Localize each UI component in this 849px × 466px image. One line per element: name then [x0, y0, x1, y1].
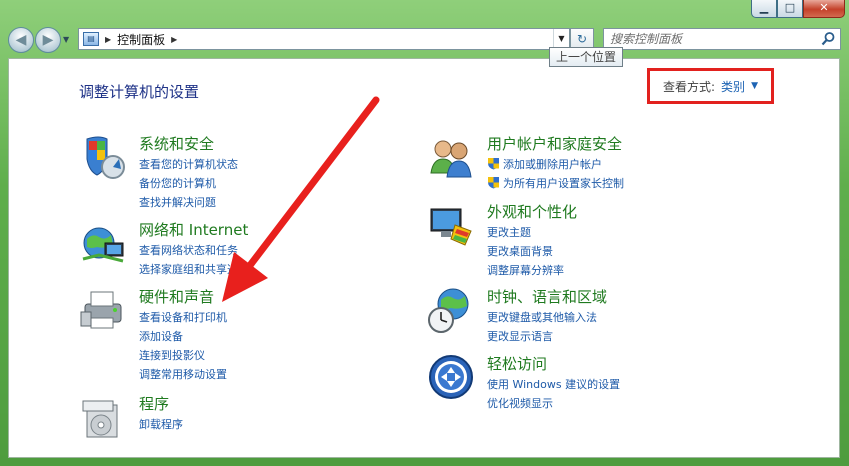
link-homegroup-sharing[interactable]: 选择家庭组和共享选项	[139, 260, 249, 279]
category-title-network-internet[interactable]: 网络和 Internet	[139, 219, 248, 240]
users-icon[interactable]	[427, 133, 475, 181]
category-title-system-security[interactable]: 系统和安全	[139, 133, 214, 154]
back-arrow-icon: ◀	[15, 32, 27, 48]
category-links: 卸载程序	[139, 415, 183, 434]
tooltip-back: 上一个位置	[549, 47, 624, 67]
minimize-button[interactable]: ▁	[751, 0, 777, 18]
link-uninstall-program[interactable]: 卸载程序	[139, 415, 183, 434]
page-title: 调整计算机的设置	[79, 83, 200, 101]
breadcrumb-separator-end[interactable]: ▶	[171, 35, 177, 44]
ease-of-access-icon[interactable]	[427, 353, 475, 401]
content-area: 调整计算机的设置 查看方式: 类别 ▼ 系统和安全 查看您的计算机状态 备份您的…	[8, 58, 840, 458]
link-change-display-language[interactable]: 更改显示语言	[487, 327, 597, 346]
title-bar: ▁ □ ✕	[0, 0, 849, 22]
link-change-keyboard[interactable]: 更改键盘或其他输入法	[487, 308, 597, 327]
link-add-device[interactable]: 添加设备	[139, 327, 227, 346]
category-title-hardware-sound[interactable]: 硬件和声音	[139, 286, 214, 307]
category-title-ease-of-access[interactable]: 轻松访问	[487, 353, 547, 374]
category-links: 更改键盘或其他输入法 更改显示语言	[487, 308, 597, 346]
view-by-control[interactable]: 查看方式: 类别 ▼	[647, 68, 774, 104]
link-parental-controls[interactable]: 为所有用户设置家长控制	[487, 174, 624, 193]
forward-button[interactable]: ▶	[35, 27, 61, 53]
link-recommended-settings[interactable]: 使用 Windows 建议的设置	[487, 375, 620, 394]
breadcrumb-separator[interactable]: ▶	[105, 35, 111, 44]
link-connect-projector[interactable]: 连接到投影仪	[139, 346, 227, 365]
link-change-background[interactable]: 更改桌面背景	[487, 242, 564, 261]
link-mobility-settings[interactable]: 调整常用移动设置	[139, 365, 227, 384]
programs-icon[interactable]	[79, 393, 127, 441]
search-box[interactable]	[603, 28, 841, 50]
search-input[interactable]	[604, 32, 814, 46]
category-links: 添加或删除用户帐户 为所有用户设置家长控制	[487, 155, 624, 193]
link-screen-resolution[interactable]: 调整屏幕分辨率	[487, 261, 564, 280]
category-title-clock-language[interactable]: 时钟、语言和区域	[487, 286, 607, 307]
link-label: 添加或删除用户帐户	[503, 158, 602, 171]
breadcrumb-control-panel[interactable]: 控制面板	[117, 31, 165, 48]
category-links: 使用 Windows 建议的设置 优化视频显示	[487, 375, 620, 413]
back-button[interactable]: ◀	[8, 27, 34, 53]
control-panel-icon: ▤	[83, 32, 99, 46]
nav-buttons: ◀ ▶ ▼	[8, 27, 73, 53]
category-links: 更改主题 更改桌面背景 调整屏幕分辨率	[487, 223, 564, 280]
link-troubleshoot[interactable]: 查找并解决问题	[139, 193, 238, 212]
link-view-computer-status[interactable]: 查看您的计算机状态	[139, 155, 238, 174]
link-label: 为所有用户设置家长控制	[503, 177, 624, 190]
category-links: 查看网络状态和任务 选择家庭组和共享选项	[139, 241, 249, 279]
uac-shield-icon	[488, 177, 499, 189]
window-controls: ▁ □ ✕	[751, 0, 845, 18]
navigation-bar: ◀ ▶ ▼ ▤ ▶ 控制面板 ▶ ▼ ↻	[0, 22, 849, 56]
forward-arrow-icon: ▶	[42, 32, 54, 48]
category-title-appearance[interactable]: 外观和个性化	[487, 201, 577, 222]
link-backup-computer[interactable]: 备份您的计算机	[139, 174, 238, 193]
clock-globe-icon[interactable]	[427, 286, 475, 334]
view-by-label: 查看方式:	[663, 79, 716, 94]
category-links: 查看您的计算机状态 备份您的计算机 查找并解决问题	[139, 155, 238, 212]
view-by-value[interactable]: 类别	[721, 78, 745, 95]
uac-shield-icon	[488, 158, 499, 170]
link-network-status[interactable]: 查看网络状态和任务	[139, 241, 249, 260]
close-button[interactable]: ✕	[803, 0, 845, 18]
address-dropdown-button[interactable]: ▼	[553, 29, 569, 49]
category-links: 查看设备和打印机 添加设备 连接到投影仪 调整常用移动设置	[139, 308, 227, 384]
chevron-down-icon[interactable]: ▼	[751, 81, 758, 91]
search-icon[interactable]	[820, 31, 836, 47]
link-optimize-display[interactable]: 优化视频显示	[487, 394, 620, 413]
category-title-user-accounts[interactable]: 用户帐户和家庭安全	[487, 133, 622, 154]
category-title-programs[interactable]: 程序	[139, 393, 169, 414]
printer-icon[interactable]	[79, 286, 127, 334]
maximize-button[interactable]: □	[777, 0, 803, 18]
link-devices-printers[interactable]: 查看设备和打印机	[139, 308, 227, 327]
address-bar[interactable]: ▤ ▶ 控制面板 ▶ ▼	[78, 28, 570, 50]
system-security-icon[interactable]	[79, 133, 127, 181]
recent-pages-dropdown[interactable]: ▼	[63, 27, 73, 53]
link-change-theme[interactable]: 更改主题	[487, 223, 564, 242]
link-add-remove-accounts[interactable]: 添加或删除用户帐户	[487, 155, 624, 174]
network-icon[interactable]	[79, 219, 127, 267]
appearance-icon[interactable]	[427, 201, 475, 249]
